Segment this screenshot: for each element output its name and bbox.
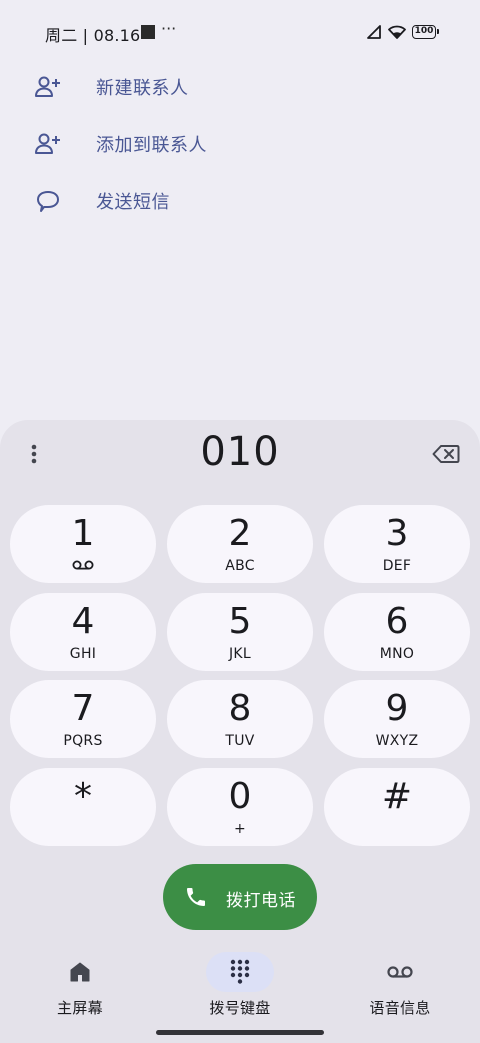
key-digit: 4	[71, 601, 95, 642]
nav-dialpad[interactable]: 拨号键盘	[170, 950, 310, 1020]
key-hash[interactable]: #	[324, 768, 470, 846]
status-bar: 周二 | 08.16 ··· 100	[0, 0, 480, 64]
key-digit: 0	[228, 776, 252, 817]
message-bubble-icon	[34, 187, 62, 215]
key-5[interactable]: 5 JKL	[167, 593, 313, 671]
key-6[interactable]: 6 MNO	[324, 593, 470, 671]
key-letters: GHI	[69, 646, 97, 662]
key-digit: #	[381, 776, 413, 817]
key-digit: 2	[228, 513, 252, 554]
key-9[interactable]: 9 WXYZ	[324, 680, 470, 758]
key-digit: 5	[228, 601, 252, 642]
status-icons: 100	[366, 22, 439, 42]
notification-square-icon	[141, 25, 155, 39]
call-button[interactable]: 拨打电话	[163, 864, 317, 930]
dialpad-icon	[230, 959, 250, 984]
status-date-time: 周二 | 08.16	[45, 26, 141, 45]
nav-voicemail[interactable]: 语音信息	[330, 950, 470, 1020]
nav-home[interactable]: 主屏幕	[10, 950, 150, 1020]
home-icon	[70, 962, 90, 982]
key-letters: PQRS	[63, 733, 103, 749]
battery-icon: 100	[412, 25, 439, 39]
action-label: 新建联系人	[96, 78, 189, 99]
action-label: 添加到联系人	[96, 135, 207, 156]
action-add-to-contact[interactable]: 添加到联系人	[0, 116, 480, 172]
key-7[interactable]: 7 PQRS	[10, 680, 156, 758]
add-person-icon	[34, 130, 62, 158]
wifi-icon	[388, 25, 406, 39]
nav-voicemail-icon-wrap	[366, 952, 434, 992]
nav-dialpad-icon-wrap	[206, 952, 274, 992]
action-new-contact[interactable]: 新建联系人	[0, 59, 480, 115]
key-digit: 1	[71, 513, 95, 554]
key-letters: WXYZ	[375, 733, 419, 749]
key-4[interactable]: 4 GHI	[10, 593, 156, 671]
key-star[interactable]: *	[10, 768, 156, 846]
call-button-label: 拨打电话	[226, 891, 296, 911]
key-digit: 9	[385, 688, 409, 729]
key-digit: 3	[385, 513, 409, 554]
action-label: 发送短信	[96, 192, 170, 213]
key-letters: TUV	[225, 733, 255, 749]
key-1[interactable]: 1	[10, 505, 156, 583]
phone-icon	[187, 888, 205, 906]
key-3[interactable]: 3 DEF	[324, 505, 470, 583]
key-2[interactable]: 2 ABC	[167, 505, 313, 583]
nav-label: 语音信息	[369, 999, 431, 1017]
voicemail-icon	[387, 966, 413, 978]
key-8[interactable]: 8 TUV	[167, 680, 313, 758]
more-vert-icon	[31, 444, 37, 464]
key-digit: 6	[385, 601, 409, 642]
backspace-icon	[432, 445, 460, 463]
key-letters: +	[233, 821, 247, 837]
nav-label: 拨号键盘	[209, 999, 271, 1017]
cellular-signal-icon	[367, 25, 381, 39]
voicemail-icon	[10, 560, 156, 570]
key-digit: 7	[71, 688, 95, 729]
key-letters: DEF	[382, 558, 412, 574]
key-letters: MNO	[379, 646, 415, 662]
key-letters: ABC	[225, 558, 255, 574]
battery-level: 100	[414, 26, 434, 36]
action-send-sms[interactable]: 发送短信	[0, 173, 480, 229]
more-notifications-icon: ···	[161, 19, 177, 38]
key-letters: JKL	[228, 646, 251, 662]
key-digit: *	[74, 776, 92, 817]
key-digit: 8	[228, 688, 252, 729]
backspace-button[interactable]	[428, 438, 464, 470]
add-person-icon	[34, 73, 62, 101]
key-0[interactable]: 0 +	[167, 768, 313, 846]
nav-home-icon-wrap	[46, 952, 114, 992]
dialed-number[interactable]: 010	[120, 429, 360, 475]
nav-label: 主屏幕	[57, 999, 103, 1017]
home-indicator[interactable]	[156, 1030, 324, 1035]
more-options-button[interactable]	[18, 438, 50, 470]
